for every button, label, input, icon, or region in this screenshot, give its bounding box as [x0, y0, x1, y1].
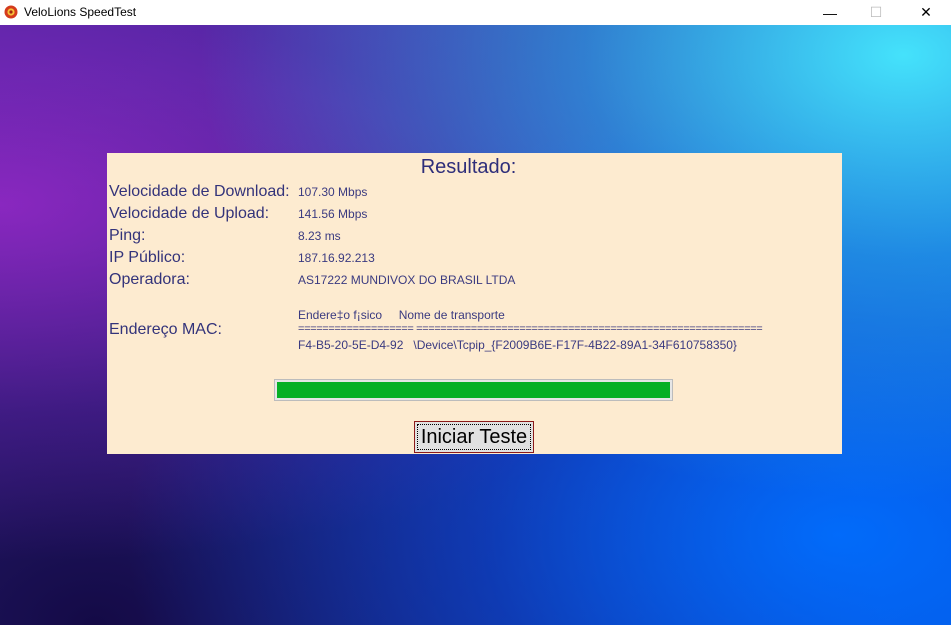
start-test-label: Iniciar Teste	[420, 425, 528, 448]
public-ip-value: 187.16.92.213	[298, 251, 375, 265]
minimize-icon: —	[823, 4, 837, 21]
start-test-button[interactable]: Iniciar Teste	[414, 421, 534, 453]
public-ip-label: IP Público:	[109, 249, 186, 266]
velolions-logo-icon	[4, 5, 18, 19]
ping-label: Ping:	[109, 227, 146, 244]
operator-value: AS17222 MUNDIVOX DO BRASIL LTDA	[298, 273, 516, 287]
upload-value: 141.56 Mbps	[298, 207, 368, 221]
window-title: VeloLions SpeedTest	[24, 5, 137, 19]
minimize-button[interactable]: —	[807, 0, 853, 25]
download-value: 107.30 Mbps	[298, 185, 368, 199]
result-heading: Resultado:	[420, 156, 517, 178]
mac-table-entry: F4-B5-20-5E-D4-92 \Device\Tcpip_{F2009B6…	[298, 338, 737, 352]
mac-table-separator: =================== ====================…	[298, 323, 763, 335]
download-label: Velocidade de Download:	[109, 183, 290, 200]
maximize-icon: ☐	[869, 4, 883, 20]
mac-table-header: Endere‡o f¡sico Nome de transporte	[298, 308, 505, 322]
progress-fill	[277, 382, 670, 398]
upload-label: Velocidade de Upload:	[109, 205, 270, 222]
ping-value: 8.23 ms	[298, 229, 341, 243]
close-icon: ✕	[920, 4, 932, 20]
title-bar: VeloLions SpeedTest — ☐ ✕	[0, 0, 951, 25]
operator-label: Operadora:	[109, 271, 190, 288]
result-panel: Resultado: Velocidade de Download: 107.3…	[107, 153, 842, 454]
mac-label: Endereço MAC:	[109, 321, 222, 338]
progress-bar	[274, 379, 673, 401]
close-button[interactable]: ✕	[903, 0, 949, 25]
maximize-button[interactable]: ☐	[853, 0, 899, 25]
